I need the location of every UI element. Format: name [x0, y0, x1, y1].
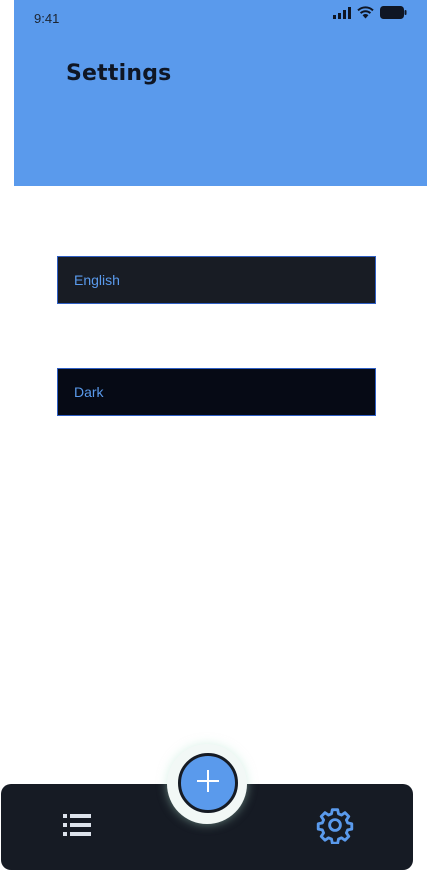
- theme-select[interactable]: Dark: [57, 368, 376, 416]
- battery-icon: [380, 6, 407, 24]
- add-button[interactable]: [178, 753, 238, 813]
- gear-icon: [316, 806, 354, 849]
- theme-select-value: Dark: [74, 384, 104, 400]
- language-select[interactable]: English: [57, 256, 376, 304]
- add-icon: [197, 769, 219, 797]
- header: 9:41 Settings: [14, 0, 427, 186]
- status-time: 9:41: [34, 11, 60, 26]
- page-title: Settings: [66, 61, 172, 86]
- list-icon: [63, 813, 91, 842]
- nav-list-button[interactable]: [60, 810, 94, 844]
- nav-settings-button[interactable]: [314, 806, 356, 848]
- status-icons: [333, 6, 407, 24]
- language-select-value: English: [74, 272, 120, 288]
- wifi-icon: [357, 6, 374, 24]
- cellular-signal-icon: [333, 6, 351, 24]
